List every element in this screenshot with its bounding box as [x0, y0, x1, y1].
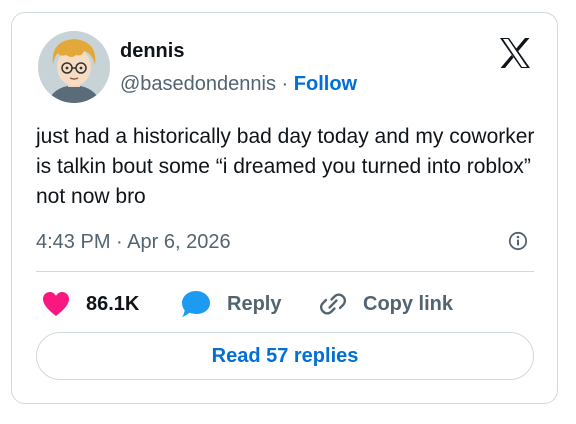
heart-icon [43, 292, 69, 316]
link-icon [319, 293, 347, 315]
tweet-date: Apr 6, 2026 [127, 231, 231, 253]
info-icon[interactable] [508, 231, 528, 251]
avatar-image [38, 31, 110, 103]
tweet-timestamp[interactable]: 4:43 PM · Apr 6, 2026 [36, 230, 231, 254]
tweet-text: just had a historically bad day today an… [36, 125, 535, 208]
like-count: 86.1K [86, 292, 140, 315]
read-replies-button[interactable]: Read 57 replies [36, 332, 534, 380]
handle-separator: · [281, 73, 289, 95]
tweet-time: 4:43 PM [36, 231, 111, 253]
divider [36, 271, 534, 272]
copy-link-button[interactable]: Copy link [319, 289, 453, 319]
follow-button[interactable]: Follow [294, 73, 357, 95]
author-name[interactable]: dennis [120, 39, 184, 63]
avatar[interactable] [38, 31, 110, 103]
author-handle[interactable]: @basedondennis [120, 73, 276, 95]
reply-button[interactable]: Reply [181, 289, 281, 319]
reply-bubble-icon [182, 291, 210, 317]
copy-link-label: Copy link [363, 292, 454, 315]
tweet-card: dennis @basedondennis · Follow just had … [11, 12, 558, 404]
author-handle-row: @basedondennis · Follow [120, 72, 357, 96]
reply-label: Reply [227, 292, 282, 315]
x-logo-icon[interactable] [498, 37, 532, 69]
like-button[interactable]: 86.1K [42, 289, 139, 319]
timestamp-separator: · [116, 231, 123, 253]
